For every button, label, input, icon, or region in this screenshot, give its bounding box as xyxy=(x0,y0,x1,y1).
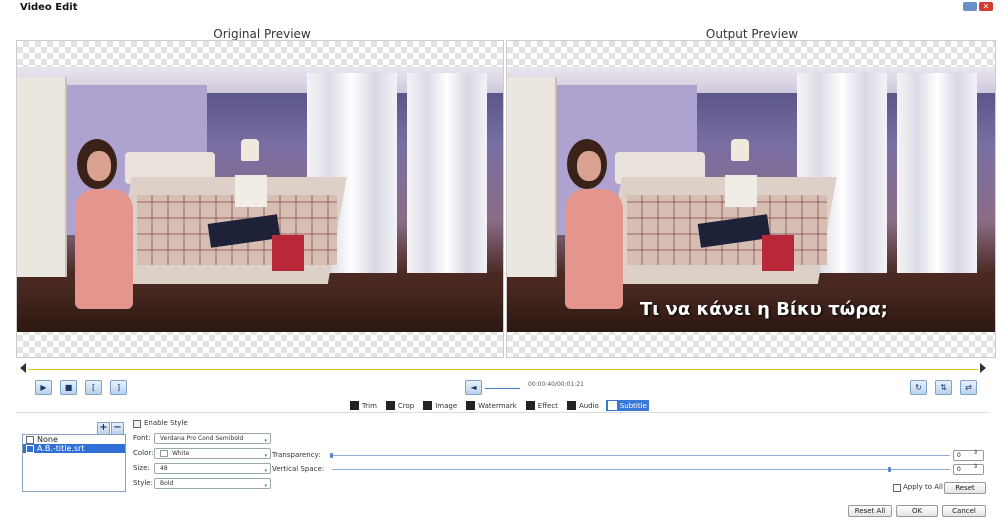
tab-label: Subtitle xyxy=(619,401,647,410)
enable-style-label: Enable Style xyxy=(144,419,188,427)
vertical-space-label: Vertical Space: xyxy=(272,465,325,473)
vertical-space-spinner[interactable]: 0 xyxy=(953,464,984,475)
transparency-label: Transparency: xyxy=(272,451,321,459)
subtitle-list: None A.B.-title.srt xyxy=(22,434,126,492)
chevron-down-icon: ▾ xyxy=(264,453,267,459)
tab-label: Trim xyxy=(362,401,377,410)
tab-trim[interactable]: Trim xyxy=(348,400,379,411)
style-value: Bold xyxy=(160,480,174,487)
play-button[interactable]: ▶ xyxy=(35,380,52,395)
watermark-icon xyxy=(466,401,476,410)
subtitle-overlay-text: Τι να κάνει η Βίκυ τώρα; xyxy=(640,299,888,320)
output-preview-label: Output Preview xyxy=(705,27,799,41)
output-video-frame: Τι να κάνει η Βίκυ τώρα; xyxy=(507,67,995,332)
font-label: Font: xyxy=(133,434,151,442)
tab-label: Watermark xyxy=(478,401,517,410)
original-preview-pane xyxy=(16,40,504,358)
chevron-down-icon: ▾ xyxy=(264,438,267,444)
list-item[interactable]: A.B.-title.srt xyxy=(23,444,125,453)
minimize-button[interactable] xyxy=(963,2,977,11)
timecode-readout: 00:00:40/00:01:21 xyxy=(528,381,584,388)
volume-slider[interactable] xyxy=(485,388,520,389)
vertical-space-slider[interactable] xyxy=(332,469,950,470)
enable-style-checkbox[interactable] xyxy=(133,420,141,428)
color-swatch xyxy=(160,450,168,457)
size-select[interactable]: 48 ▾ xyxy=(154,463,271,474)
tab-label: Image xyxy=(435,401,458,410)
rotate-button[interactable]: ↻ xyxy=(910,380,927,395)
color-value: White xyxy=(172,450,190,457)
stop-button[interactable]: ■ xyxy=(60,380,77,395)
image-icon xyxy=(423,401,433,410)
reset-button[interactable]: Reset xyxy=(944,482,986,494)
mirror-button[interactable]: ⇄ xyxy=(960,380,977,395)
style-select[interactable]: Bold ▾ xyxy=(154,478,271,489)
tab-watermark[interactable]: Watermark xyxy=(464,400,519,411)
output-preview-pane: Τι να κάνει η Βίκυ τώρα; xyxy=(506,40,996,358)
volume-icon[interactable]: ◄ xyxy=(465,380,482,395)
transparency-value: 0 xyxy=(957,452,961,459)
tab-image[interactable]: Image xyxy=(421,400,459,411)
crop-icon xyxy=(385,401,395,410)
font-select[interactable]: Verdana Pro Cond Semibold ▾ xyxy=(154,433,271,444)
cancel-button[interactable]: Cancel xyxy=(942,505,986,517)
checkbox[interactable] xyxy=(26,435,34,444)
checkbox[interactable] xyxy=(26,444,34,453)
tab-label: Effect xyxy=(537,401,558,410)
close-button[interactable]: ✕ xyxy=(979,2,993,11)
transparency-slider[interactable] xyxy=(332,455,950,456)
tab-label: Crop xyxy=(397,401,415,410)
music-note-icon xyxy=(566,401,576,410)
subtitle-icon xyxy=(607,401,617,410)
style-label: Style: xyxy=(133,479,153,487)
ok-button[interactable]: OK xyxy=(896,505,938,517)
mark-out-button[interactable]: ] xyxy=(110,380,127,395)
size-label: Size: xyxy=(133,464,150,472)
mark-in-button[interactable]: [ xyxy=(85,380,102,395)
list-item-label: A.B.-title.srt xyxy=(37,444,85,453)
star-icon xyxy=(525,401,535,410)
tab-crop[interactable]: Crop xyxy=(384,400,416,411)
chevron-down-icon: ▾ xyxy=(264,468,267,474)
trim-start-marker-icon[interactable] xyxy=(20,363,26,373)
tab-audio[interactable]: Audio xyxy=(565,400,601,411)
font-value: Verdana Pro Cond Semibold xyxy=(160,435,244,442)
transparency-spinner[interactable]: 0 xyxy=(953,450,984,461)
flip-button[interactable]: ⇅ xyxy=(935,380,952,395)
apply-to-all-checkbox[interactable] xyxy=(893,484,901,492)
original-video-frame xyxy=(17,67,503,332)
color-select[interactable]: White ▾ xyxy=(154,448,271,459)
size-value: 48 xyxy=(160,465,168,472)
tab-effect[interactable]: Effect xyxy=(524,400,560,411)
spinner-arrows-icon[interactable]: ⇕ xyxy=(973,449,978,456)
transparency-slider-handle[interactable] xyxy=(330,453,333,458)
scissors-icon xyxy=(350,401,359,410)
color-label: Color: xyxy=(133,449,154,457)
original-preview-label: Original Preview xyxy=(213,27,311,41)
apply-to-all-label: Apply to All xyxy=(903,483,943,491)
tab-subtitle[interactable]: Subtitle xyxy=(605,400,649,411)
vertical-space-value: 0 xyxy=(957,466,961,473)
window-controls: ✕ xyxy=(963,2,993,11)
chevron-down-icon: ▾ xyxy=(264,483,267,489)
window-title: Video Edit xyxy=(20,2,78,13)
reset-all-button[interactable]: Reset All xyxy=(848,505,892,517)
trim-end-marker-icon[interactable] xyxy=(980,363,986,373)
list-item-label: None xyxy=(37,435,58,444)
vertical-space-slider-handle[interactable] xyxy=(888,467,891,472)
timeline-track[interactable] xyxy=(20,362,986,376)
list-item[interactable]: None xyxy=(23,435,125,444)
tab-label: Audio xyxy=(578,401,599,410)
spinner-arrows-icon[interactable]: ⇕ xyxy=(973,463,978,470)
edit-tabs: Trim Crop Image Watermark Effect Audio S… xyxy=(348,400,649,411)
